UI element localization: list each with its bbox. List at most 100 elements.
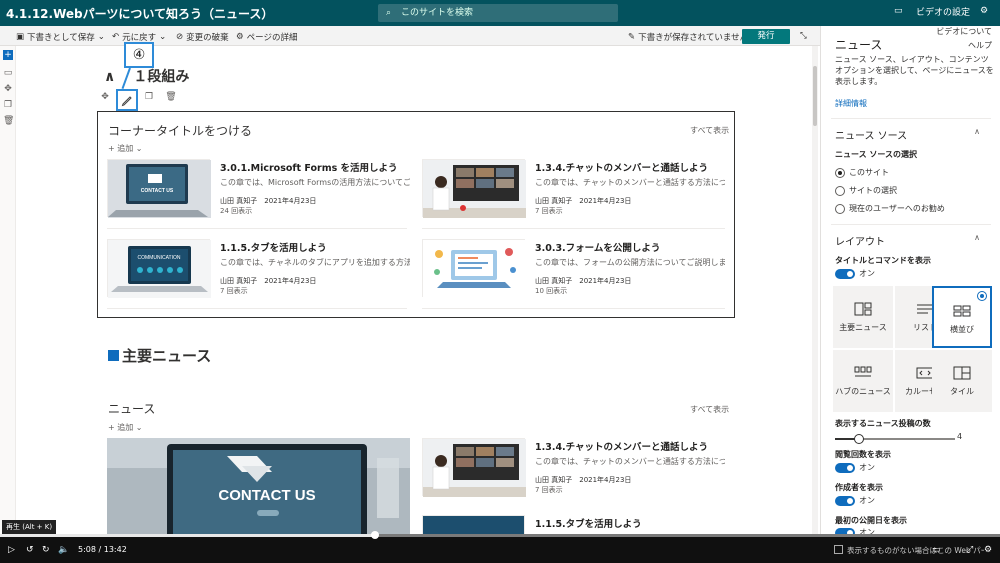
rewind-10-icon[interactable]: ↺ (26, 545, 34, 555)
selected-check-icon (977, 291, 987, 301)
search-placeholder: このサイトを検索 (401, 8, 474, 18)
layout-section[interactable]: レイアウト (835, 233, 885, 248)
slider-handle[interactable] (854, 434, 864, 444)
duplicate-icon[interactable]: ❐ (3, 100, 13, 110)
thumbnail (422, 438, 526, 497)
settings-icon[interactable]: ⚙ (980, 6, 992, 18)
volume-icon[interactable]: 🔈 (58, 545, 69, 555)
left-toolbar: + ▭ ✥ ❐ 🗑 (0, 46, 16, 536)
time-display: 5:08 / 13:42 (78, 545, 127, 554)
video-progress-bar[interactable] (0, 531, 1000, 539)
settings-icon[interactable]: ⚙ (984, 545, 992, 555)
chevron-up-icon[interactable]: ∧ (104, 69, 115, 85)
command-bar: ▣ 下書きとして保存 ⌄ ↶ 元に戻す ⌄ ⊘ 変更の破棄 ⚙ ページの詳細 ✎ 下書きが保存… (0, 26, 820, 46)
video-top-bar: 4.1.12.Webパーツについて知ろう（ニュース） ⌕ このサイトを検索 ▭ ビ… (0, 0, 1000, 26)
forward-10-icon[interactable]: ↻ (42, 545, 50, 555)
scrollbar[interactable] (812, 46, 818, 536)
progress-handle[interactable] (371, 531, 379, 539)
thumbnail: COMMUNICATION (107, 239, 211, 298)
svg-text:COMMUNICATION: COMMUNICATION (138, 255, 181, 261)
collapse-icon[interactable]: ⤡ (800, 31, 807, 41)
news-desc: この章では、チャットのメンバーと通話する方法につい... (535, 178, 725, 187)
help-link[interactable]: ヘルプ (968, 40, 992, 51)
count-label: 表示するニュース投稿の数 (835, 419, 931, 428)
news-title[interactable]: 3.0.3.フォームを公開しよう (535, 240, 660, 254)
add-section-icon[interactable]: + (3, 50, 13, 60)
news-views: 24 回表示 (220, 207, 253, 215)
side-by-side-icon (953, 305, 971, 317)
count-slider[interactable] (835, 434, 955, 444)
chevron-down-icon: ⌄ (97, 32, 105, 42)
news-title[interactable]: 1.3.4.チャットのメンバーと通話しよう (535, 160, 708, 174)
title-command-toggle[interactable]: オン (835, 268, 875, 279)
duplicate-icon[interactable]: ❐ (142, 92, 156, 102)
play-icon[interactable]: ▷ (8, 545, 15, 555)
layout-top-stories[interactable]: 主要ニュース (833, 286, 893, 348)
edit-webpart-highlight[interactable] (116, 89, 138, 111)
news-author: 山田 真知子 2021年4月23日 (220, 197, 317, 205)
page-details-button[interactable]: ⚙ ページの詳細 (236, 31, 297, 43)
chevron-up-icon[interactable]: ∧ (974, 233, 980, 242)
comment-icon[interactable]: ▭ (3, 68, 13, 78)
video-about-link[interactable]: ビデオについて (936, 26, 992, 37)
divider (422, 308, 725, 309)
news-item[interactable]: 1.3.4.チャットのメンバーと通話しよう この章では、チャットのメンバーと通話… (422, 159, 725, 224)
delete-icon[interactable]: 🗑 (3, 116, 14, 126)
divider (107, 228, 407, 229)
webpart-toolbar: ✥ ✎ ❐ 🗑 (98, 92, 178, 102)
search-box[interactable]: ⌕ このサイトを検索 (378, 4, 618, 22)
move-icon[interactable]: ✥ (98, 92, 112, 102)
author-toggle[interactable]: オン (835, 495, 875, 506)
source-option-select-site[interactable]: サイトの選択 (835, 185, 897, 196)
news-views: 7 回表示 (535, 207, 563, 215)
source-option-recommended[interactable]: 現在のユーザーへのお勧め (835, 203, 945, 214)
hero-image[interactable]: CONTACT US (107, 438, 410, 538)
add-button[interactable]: + 追加 ⌄ (108, 143, 143, 154)
move-icon[interactable]: ✥ (3, 84, 13, 94)
news-webpart-title[interactable]: ニュース (108, 400, 155, 417)
pencil-icon: ✎ (628, 32, 636, 42)
news-source-section[interactable]: ニュース ソース (835, 127, 907, 142)
save-draft-button[interactable]: ▣ 下書きとして保存 ⌄ (16, 31, 105, 43)
news-item[interactable]: 1.1.5.タブを活用しよう (422, 515, 722, 535)
news-item[interactable]: CONTACT US 3.0.1.Microsoft Forms を活用しよう … (107, 159, 410, 224)
thumbnail (422, 239, 526, 298)
layout-side-by-side[interactable]: 横並び (932, 286, 992, 348)
news-title[interactable]: 1.3.4.チャットのメンバーと通話しよう (535, 439, 708, 453)
section-heading: 主要ニュース (108, 345, 211, 366)
divider (831, 118, 991, 119)
discard-button[interactable]: ⊘ 変更の破棄 (176, 31, 229, 43)
news-item[interactable]: 3.0.3.フォームを公開しよう この章では、フォームの公開方法についてご説明し… (422, 239, 725, 304)
details-link[interactable]: 詳細情報 (835, 98, 867, 109)
play-tooltip: 再生 (Alt + K) (2, 520, 57, 534)
video-settings-link[interactable]: ビデオの設定 (916, 5, 970, 18)
title-command-label: タイトルとコマンドを表示 (835, 256, 931, 265)
see-all-link[interactable]: すべて表示 (690, 404, 729, 415)
see-all-link[interactable]: すべて表示 (690, 125, 729, 136)
thumbnail (422, 515, 525, 535)
news-desc: この章では、Microsoft Formsの活用方法についてご説明... (220, 178, 410, 187)
chevron-up-icon[interactable]: ∧ (974, 127, 980, 136)
chat-icon[interactable]: ▭ (894, 6, 906, 18)
news-views: 7 回表示 (220, 287, 248, 295)
tiles-icon (953, 366, 971, 380)
divider (831, 224, 991, 225)
news-title[interactable]: 1.1.5.タブを活用しよう (535, 516, 642, 530)
hide-if-empty-option[interactable]: 表示するものがない場合はこの Web パーツを非表示にする (834, 545, 984, 556)
publish-button[interactable]: 発行 (742, 29, 790, 44)
news-title[interactable]: 3.0.1.Microsoft Forms を活用しよう (220, 160, 398, 174)
source-option-this-site[interactable]: このサイト (835, 167, 889, 178)
news-item[interactable]: 1.3.4.チャットのメンバーと通話しよう この章では、チャットのメンバーと通話… (422, 438, 725, 503)
news-views: 7 回表示 (535, 486, 563, 494)
add-button[interactable]: + 追加 ⌄ (108, 422, 143, 433)
delete-icon[interactable]: 🗑 (164, 92, 178, 102)
views-toggle[interactable]: オン (835, 462, 875, 473)
news-title[interactable]: 1.1.5.タブを活用しよう (220, 240, 327, 254)
news-item[interactable]: COMMUNICATION 1.1.5.タブを活用しよう この章では、チャネルの… (107, 239, 410, 304)
layout-hub-news[interactable]: ハブのニュース (833, 350, 893, 412)
layout-tiles[interactable]: タイル (932, 350, 992, 412)
news-desc: この章では、チャットのメンバーと通話する方法につい... (535, 457, 725, 466)
views-label: 閲覧回数を表示 (835, 450, 891, 459)
news-author: 山田 真知子 2021年4月23日 (535, 476, 632, 484)
webpart-title[interactable]: コーナータイトルをつける (108, 122, 252, 139)
